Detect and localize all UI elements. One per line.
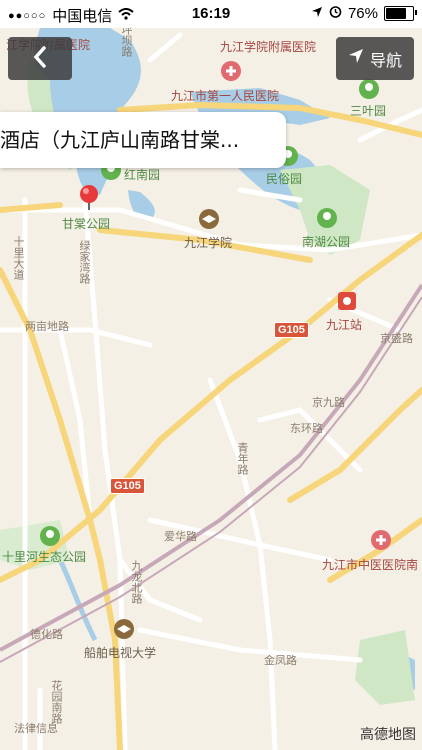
road-label: 绿家湾路 [78, 240, 91, 284]
map-label: 九江学院附属医院 [220, 40, 317, 54]
road-label: 京九路 [312, 396, 345, 409]
school-icon[interactable] [114, 619, 134, 639]
road-label: 爱华路 [164, 530, 197, 543]
road-label: 金凤路 [264, 654, 297, 667]
location-arrow-icon [348, 48, 364, 69]
map-brand-logo: 高德地图 [360, 727, 416, 743]
map-label: 南湖公园 [302, 235, 351, 249]
back-button[interactable] [8, 37, 72, 80]
road-label: 两亩地路 [25, 320, 69, 333]
road-label: 东环路 [290, 422, 323, 435]
battery-icon [384, 6, 417, 21]
map-label: 三叶园 [350, 104, 387, 118]
train-station-icon[interactable] [338, 292, 356, 310]
road-label: 九龙北路 [130, 560, 143, 604]
map-label: 九江学院 [184, 236, 233, 250]
map-label: 民俗园 [266, 172, 303, 186]
navigate-label: 导航 [369, 52, 402, 70]
road-label: 坪坝路 [120, 24, 133, 57]
map-label: 九江市中医医院南 [322, 558, 419, 572]
road-label: 法律信息 [14, 722, 58, 735]
park-tree-icon[interactable] [359, 79, 379, 99]
map-label: 九江市第一人民医院 [171, 89, 280, 103]
map-label: 红南园 [124, 168, 161, 182]
map-label: 九江站 [326, 318, 363, 332]
road-label: 十里大道 [12, 236, 25, 280]
location-callout[interactable]: 酒店（九江庐山南路甘棠... [0, 112, 286, 168]
road-label: 花园南路 [50, 680, 63, 724]
road-label: 京盛路 [380, 332, 413, 345]
status-bar: ●●○○○ 中国电信 16:19 76% [0, 0, 422, 28]
chevron-left-icon [33, 45, 47, 72]
school-icon[interactable] [199, 209, 219, 229]
alarm-icon [329, 5, 342, 22]
map-label: 船舶电视大学 [84, 646, 157, 660]
park-tree-icon[interactable] [40, 526, 60, 546]
callout-title: 酒店（九江庐山南路甘棠... [0, 128, 240, 152]
battery-percentage: 76% [347, 5, 378, 22]
road-label: 青年路 [236, 442, 249, 475]
navigate-button[interactable]: 导航 [336, 37, 414, 80]
map-label: 甘棠公园 [62, 217, 111, 231]
road-label: 德化路 [30, 628, 63, 641]
highway-shield: G105 [274, 322, 309, 338]
park-tree-icon[interactable] [317, 208, 337, 228]
location-services-icon [311, 5, 323, 22]
highway-shield: G105 [110, 478, 145, 494]
hospital-icon[interactable] [221, 61, 241, 81]
hospital-icon[interactable] [371, 530, 391, 550]
map-label: 十里河生态公园 [2, 550, 87, 564]
